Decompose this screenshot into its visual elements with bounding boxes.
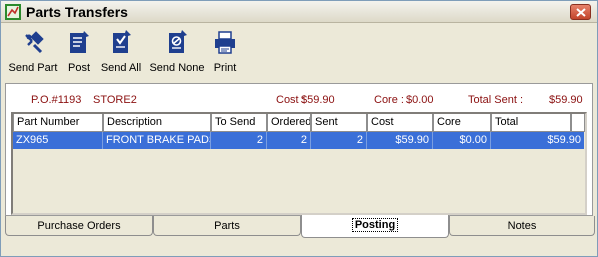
store-name: STORE2 [93, 94, 137, 106]
cell-sent: 2 [311, 132, 367, 149]
title-bar[interactable]: Parts Transfers [1, 1, 597, 23]
column-header-cost[interactable]: Cost [367, 114, 433, 132]
cell-ordered: 2 [267, 132, 311, 149]
cell-core: $0.00 [433, 132, 491, 149]
table-row[interactable]: ZX965 FRONT BRAKE PADS 2 2 2 $59.90 $0.0… [13, 132, 584, 149]
cell-to-send: 2 [211, 132, 267, 149]
window-title: Parts Transfers [26, 4, 128, 20]
toolbar: Send Part Post Send All Send None Print [1, 24, 597, 76]
column-header-total[interactable]: Total [491, 114, 571, 132]
print-button[interactable]: Print [210, 27, 240, 75]
send-none-label: Send None [149, 62, 205, 74]
grid-header: Part Number Description To Send Ordered … [13, 114, 585, 132]
grid-empty-area [13, 149, 585, 213]
close-button[interactable] [570, 4, 591, 20]
send-all-button[interactable]: Send All [99, 27, 143, 75]
send-part-icon [25, 31, 44, 54]
send-all-label: Send All [100, 62, 142, 74]
post-icon [70, 31, 89, 53]
parts-transfers-window: Parts Transfers Send Part Post Send All … [0, 0, 598, 257]
column-header-core[interactable]: Core [433, 114, 491, 132]
tab-strip: Purchase Orders Parts Posting Notes [5, 215, 595, 241]
cell-part-number: ZX965 [13, 132, 103, 149]
core-value: $0.00 [406, 94, 434, 106]
total-sent-value: $59.90 [549, 94, 583, 106]
tab-purchase-orders[interactable]: Purchase Orders [5, 216, 153, 236]
printer-icon [215, 31, 235, 54]
column-header-part-number[interactable]: Part Number [13, 114, 103, 132]
column-header-ordered[interactable]: Ordered [267, 114, 311, 132]
post-label: Post [67, 62, 90, 74]
tab-posting-label: Posting [351, 218, 399, 232]
cost-value: $59.90 [301, 94, 335, 106]
tab-notes[interactable]: Notes [449, 216, 595, 236]
send-part-label: Send Part [8, 62, 58, 74]
posting-grid: Part Number Description To Send Ordered … [11, 112, 587, 215]
column-header-filler [571, 114, 585, 132]
posting-panel: P.O.#1193 STORE2 Cost : $59.90 Core : $0… [5, 83, 593, 216]
send-all-icon [113, 30, 131, 53]
tab-posting[interactable]: Posting [301, 215, 449, 238]
column-header-to-send[interactable]: To Send [211, 114, 267, 132]
tab-parts[interactable]: Parts [153, 216, 301, 236]
po-number: P.O.#1193 [31, 94, 82, 106]
post-button[interactable]: Post [64, 27, 94, 75]
cell-total: $59.90 [547, 134, 581, 146]
total-sent-label: Total Sent : [468, 94, 524, 106]
cell-description: FRONT BRAKE PADS [103, 132, 211, 149]
core-label: Core : [374, 94, 404, 106]
column-header-description[interactable]: Description [103, 114, 211, 132]
send-part-button[interactable]: Send Part [5, 27, 61, 75]
close-icon [576, 8, 586, 17]
column-header-sent[interactable]: Sent [311, 114, 367, 132]
send-none-icon [169, 30, 187, 53]
app-icon [5, 4, 21, 20]
cell-cost: $59.90 [367, 132, 433, 149]
print-label: Print [213, 62, 237, 74]
transfer-summary: P.O.#1193 STORE2 Cost : $59.90 Core : $0… [6, 84, 592, 110]
send-none-button[interactable]: Send None [147, 27, 207, 75]
